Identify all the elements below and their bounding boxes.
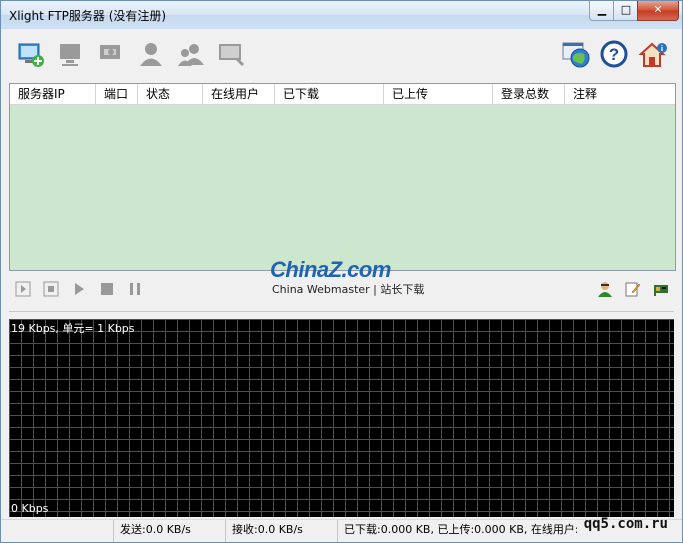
col-login-total[interactable]: 登录总数 bbox=[493, 84, 565, 104]
graph-scale-label: 19 Kbps, 单元= 1 Kbps bbox=[11, 322, 135, 335]
web-globe-icon[interactable] bbox=[561, 39, 591, 69]
minimize-button[interactable]: ▁ bbox=[589, 1, 615, 21]
col-server-ip[interactable]: 服务器IP bbox=[10, 84, 96, 104]
stop-all-icon[interactable] bbox=[43, 281, 59, 297]
watermark-logo-brand: ChinaZ.com bbox=[270, 257, 391, 282]
col-port[interactable]: 端口 bbox=[96, 84, 138, 104]
monitor-icon[interactable] bbox=[216, 39, 246, 69]
online-user-icon[interactable] bbox=[597, 281, 613, 297]
play-icon[interactable] bbox=[71, 281, 87, 297]
col-status[interactable]: 状态 bbox=[138, 84, 203, 104]
app-window: Xlight FTP服务器 (没有注册) ▁ □ ✕ ? i 服务器IP 端口 … bbox=[0, 0, 683, 543]
network-card-icon[interactable] bbox=[653, 281, 669, 297]
status-send: 发送:0.0 KB/s bbox=[113, 520, 225, 542]
toolbar: ? i bbox=[1, 29, 682, 81]
server-icon[interactable] bbox=[56, 39, 86, 69]
close-button[interactable]: ✕ bbox=[637, 1, 679, 21]
site-watermark: qq5.com.ru bbox=[583, 516, 668, 532]
graph-zero-label: 0 Kbps bbox=[11, 502, 49, 515]
about-icon[interactable]: i bbox=[638, 39, 668, 69]
pause-icon[interactable] bbox=[127, 281, 143, 297]
help-icon[interactable]: ? bbox=[599, 39, 629, 69]
add-server-icon[interactable] bbox=[16, 39, 46, 69]
server-settings-icon[interactable] bbox=[96, 39, 126, 69]
col-comment[interactable]: 注释 bbox=[565, 84, 675, 104]
title-bar[interactable]: Xlight FTP服务器 (没有注册) ▁ □ ✕ bbox=[1, 1, 682, 29]
user-icon[interactable] bbox=[136, 39, 166, 69]
divider bbox=[9, 311, 674, 312]
stop-icon[interactable] bbox=[99, 281, 115, 297]
edit-note-icon[interactable] bbox=[625, 281, 641, 297]
col-online-users[interactable]: 在线用户 bbox=[203, 84, 275, 104]
col-uploaded[interactable]: 已上传 bbox=[384, 84, 493, 104]
group-icon[interactable] bbox=[176, 39, 206, 69]
status-bar: 发送:0.0 KB/s 接收:0.0 KB/s 已下载:0.000 KB, 已上… bbox=[1, 519, 682, 542]
server-list[interactable]: 服务器IP 端口 状态 在线用户 已下载 已上传 登录总数 注释 bbox=[9, 83, 676, 271]
window-title: Xlight FTP服务器 (没有注册) bbox=[9, 9, 167, 23]
watermark-logo-tagline: China Webmaster | 站长下载 bbox=[272, 283, 425, 296]
traffic-graph: 19 Kbps, 单元= 1 Kbps 0 Kbps bbox=[9, 319, 674, 517]
maximize-button[interactable]: □ bbox=[613, 1, 639, 21]
start-all-icon[interactable] bbox=[15, 281, 31, 297]
status-receive: 接收:0.0 KB/s bbox=[225, 520, 337, 542]
col-downloaded[interactable]: 已下载 bbox=[275, 84, 384, 104]
server-list-header: 服务器IP 端口 状态 在线用户 已下载 已上传 登录总数 注释 bbox=[10, 84, 675, 105]
status-summary: 已下载:0.000 KB, 已上传:0.000 KB, 在线用户:0 bbox=[337, 520, 577, 542]
svg-text:?: ? bbox=[609, 45, 619, 64]
